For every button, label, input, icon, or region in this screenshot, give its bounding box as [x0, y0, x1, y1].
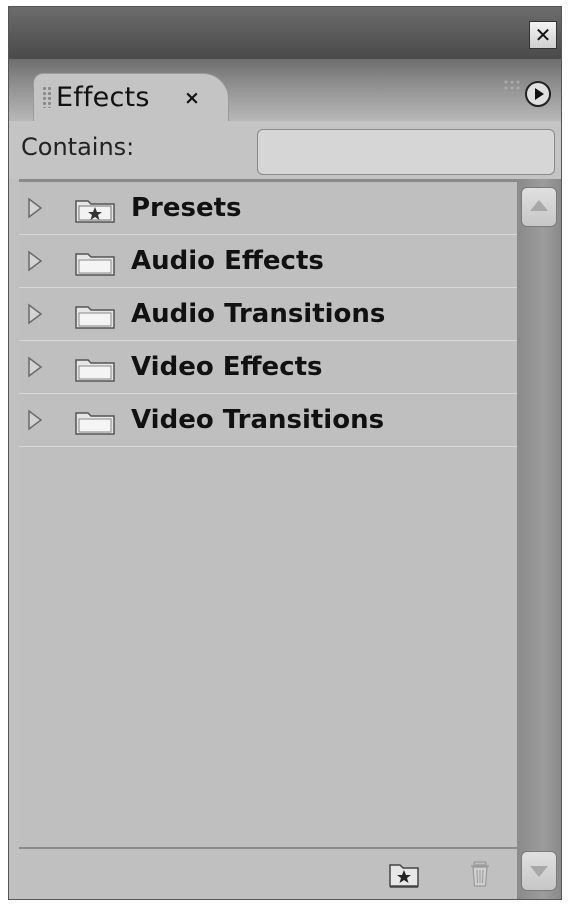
tab-effects[interactable]: Effects ×: [33, 73, 229, 121]
panel-menu-icon[interactable]: [525, 81, 551, 107]
search-input[interactable]: [257, 129, 555, 175]
tree-item-audio-transitions[interactable]: Audio Transitions: [19, 288, 517, 341]
panel-footer: [19, 847, 517, 899]
close-icon[interactable]: ✕: [529, 21, 557, 49]
folder-icon: [75, 359, 115, 382]
folder-icon: [75, 253, 115, 276]
tree-item-label: Presets: [131, 193, 242, 223]
search-row: Contains:: [9, 121, 561, 179]
effects-tree: Presets Audio Effects Audio Transitions: [19, 179, 517, 847]
tree-item-label: Video Transitions: [131, 405, 385, 435]
tree-item-presets[interactable]: Presets: [19, 182, 517, 235]
tree-item-label: Audio Effects: [131, 246, 324, 276]
tab-strip: Effects ×: [9, 59, 561, 121]
trash-icon[interactable]: [463, 859, 497, 889]
tree-item-label: Audio Transitions: [131, 299, 386, 329]
tree-item-video-transitions[interactable]: Video Transitions: [19, 394, 517, 447]
tree-item-audio-effects[interactable]: Audio Effects: [19, 235, 517, 288]
expand-triangle-icon[interactable]: [27, 303, 43, 325]
tab-close-icon[interactable]: ×: [184, 87, 200, 109]
expand-triangle-icon[interactable]: [27, 356, 43, 378]
new-custom-bin-icon[interactable]: [387, 859, 421, 889]
menu-grip-icon: [503, 79, 521, 93]
folder-icon: [75, 306, 115, 329]
expand-triangle-icon[interactable]: [27, 250, 43, 272]
expand-triangle-icon[interactable]: [27, 409, 43, 431]
search-label: Contains:: [21, 133, 135, 161]
tab-label: Effects: [56, 82, 150, 113]
tree-item-label: Video Effects: [131, 352, 323, 382]
panel-titlebar: ✕: [9, 7, 561, 59]
preset-folder-icon: [75, 200, 115, 223]
expand-triangle-icon[interactable]: [27, 197, 43, 219]
drag-grip-icon[interactable]: [42, 86, 52, 108]
scroll-down-button[interactable]: [521, 851, 557, 891]
effects-panel: ✕ Effects × Contains: Presets Audio Effe…: [8, 6, 562, 900]
folder-icon: [75, 412, 115, 435]
tree-item-video-effects[interactable]: Video Effects: [19, 341, 517, 394]
vertical-scrollbar[interactable]: [517, 179, 561, 899]
scroll-up-button[interactable]: [521, 187, 557, 227]
